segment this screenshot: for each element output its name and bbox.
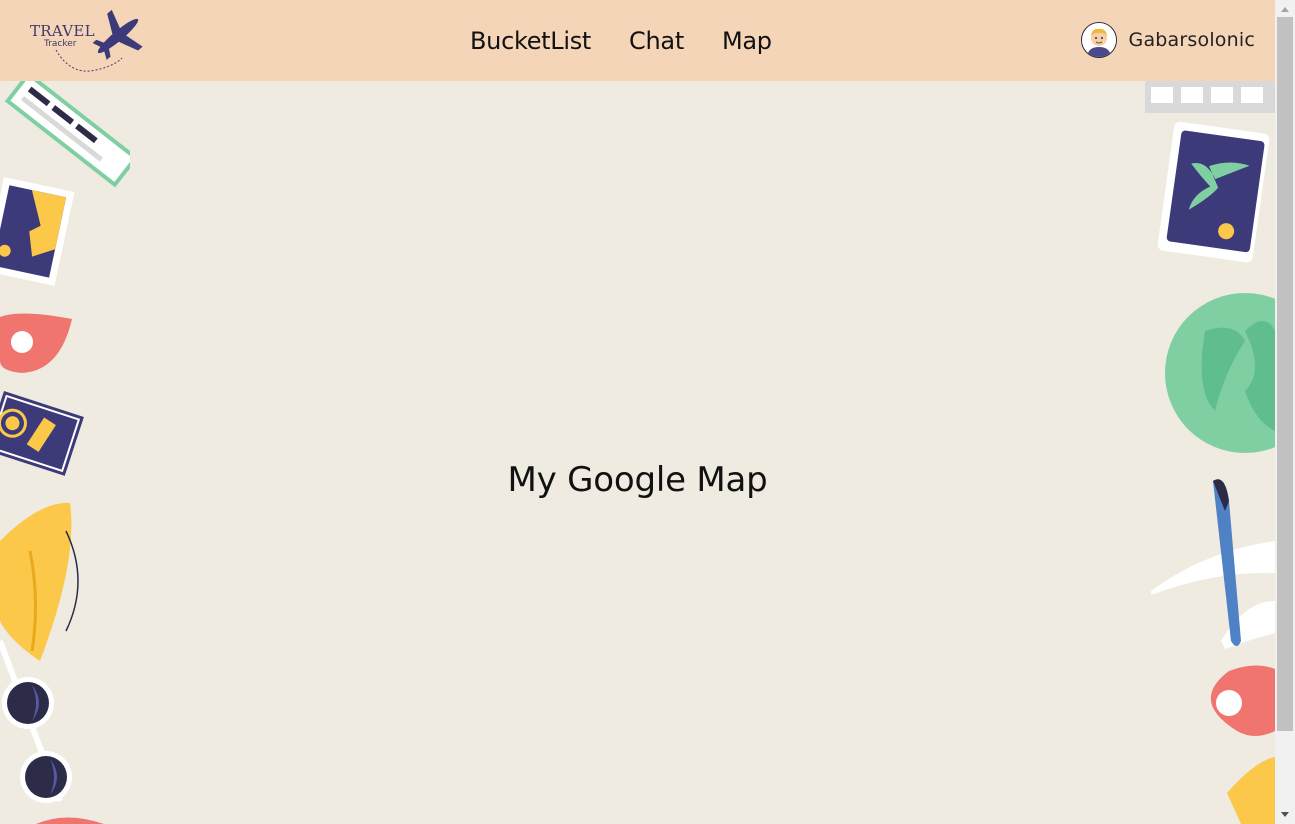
ticket-icon xyxy=(4,71,139,188)
location-pin-icon xyxy=(0,313,72,373)
airplane-decor-icon xyxy=(1151,479,1275,649)
palm-photo-icon xyxy=(1157,121,1270,263)
user-avatar-icon[interactable] xyxy=(1080,22,1117,58)
vertical-scrollbar[interactable] xyxy=(1275,0,1295,824)
user-profile[interactable]: Gabarsolonic xyxy=(1080,22,1255,58)
sun-hat-icon xyxy=(0,502,79,661)
scroll-down-icon[interactable] xyxy=(1281,812,1289,817)
sunglasses-icon xyxy=(0,639,72,803)
top-navbar: TRAVEL Tracker BucketList Chat Map Gabar… xyxy=(0,0,1275,81)
nav-chat-link[interactable]: Chat xyxy=(629,26,684,56)
page-title: My Google Map xyxy=(507,460,768,500)
nav-map-link[interactable]: Map xyxy=(722,26,772,56)
buildings-icon xyxy=(1145,81,1275,113)
logo-text-tracker: Tracker xyxy=(44,39,77,49)
scrollbar-thumb[interactable] xyxy=(1277,17,1293,731)
location-pin-icon-right xyxy=(1210,665,1275,736)
main-nav: BucketList Chat Map xyxy=(470,26,772,56)
scroll-up-icon[interactable] xyxy=(1281,7,1289,12)
photo-icon xyxy=(0,177,75,286)
globe-icon xyxy=(1165,293,1295,453)
right-decorative-border xyxy=(1145,81,1295,824)
left-decorative-border xyxy=(0,71,139,824)
nav-bucketlist-link[interactable]: BucketList xyxy=(470,26,591,56)
logo-text-travel: TRAVEL xyxy=(30,22,95,40)
travel-tracker-logo[interactable]: TRAVEL Tracker xyxy=(26,4,146,76)
username-label[interactable]: Gabarsolonic xyxy=(1129,29,1255,51)
